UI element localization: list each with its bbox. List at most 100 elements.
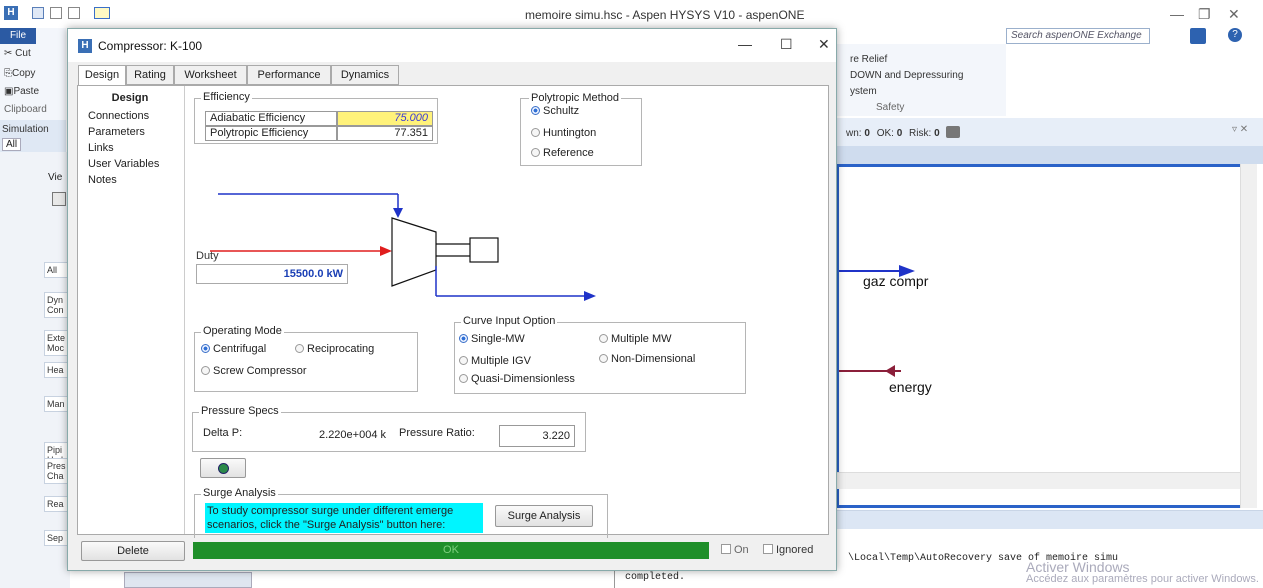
status-summary: wn: 0 OK: 0 Risk: 0: [846, 126, 961, 139]
checkbox-icon: [763, 544, 773, 554]
adiabatic-efficiency-field[interactable]: 75.000: [337, 111, 433, 126]
maximize-icon[interactable]: ☐: [780, 36, 793, 53]
delta-p-label: Delta P:: [203, 427, 243, 439]
side-item-links[interactable]: Links: [82, 140, 178, 156]
tab-performance[interactable]: Performance: [247, 65, 331, 85]
paste-label: Paste: [13, 86, 40, 97]
help-icon[interactable]: ?: [1228, 28, 1242, 42]
restore-app-icon[interactable]: ❐: [1198, 6, 1211, 23]
dialog-title: Compressor: K-100: [98, 39, 203, 53]
log-line-completed: completed.: [625, 572, 686, 583]
system-button[interactable]: ystem: [850, 86, 877, 97]
minimize-app-icon[interactable]: —: [1170, 6, 1184, 22]
efficiency-group: Efficiency Adiabatic Efficiency 75.000 P…: [194, 91, 438, 144]
pressure-relief-button[interactable]: re Relief: [850, 54, 887, 65]
surge-analysis-label: Surge Analysis: [201, 487, 278, 499]
radio-reference[interactable]: Reference: [531, 147, 594, 159]
tab-worksheet[interactable]: Worksheet: [174, 65, 247, 85]
close-icon[interactable]: ✕: [818, 36, 830, 53]
side-item-parameters[interactable]: Parameters: [82, 124, 178, 140]
radio-single-mw-label: Single-MW: [471, 333, 525, 345]
app-title: memoire simu.hsc - Aspen HYSYS V10 - asp…: [525, 8, 805, 22]
duty-field[interactable]: 15500.0 kW: [196, 264, 348, 284]
risk-indicator-icon[interactable]: [946, 126, 961, 138]
radio-huntington[interactable]: Huntington: [531, 127, 596, 139]
pressure-ratio-label: Pressure Ratio:: [399, 427, 475, 439]
pane-options-icon[interactable]: ▿ ✕: [1232, 124, 1248, 135]
radio-dot-icon: [599, 354, 608, 363]
radio-schultz[interactable]: Schultz: [531, 105, 579, 117]
feed-arrow-icon: [393, 208, 403, 218]
tab-dynamics[interactable]: Dynamics: [331, 65, 399, 85]
view-label: Vie: [48, 172, 63, 183]
tab-rating[interactable]: Rating: [126, 65, 174, 85]
copy-button[interactable]: ⎘Copy: [4, 68, 35, 79]
radio-screw-compressor[interactable]: Screw Compressor: [201, 365, 307, 377]
surge-analysis-button[interactable]: Surge Analysis: [495, 505, 593, 527]
tab-design[interactable]: Design: [78, 65, 126, 86]
message-pane: \Local\Temp\AutoRecovery save of memoire…: [836, 510, 1263, 588]
blowdown-button[interactable]: DOWN and Depressuring: [850, 70, 963, 81]
ignored-label: Ignored: [776, 544, 814, 556]
polytropic-efficiency-label: Polytropic Efficiency: [205, 126, 337, 141]
undo-icon[interactable]: [50, 7, 62, 19]
radio-dot-icon: [531, 106, 540, 115]
surge-analysis-group: Surge Analysis To study compressor surge…: [194, 487, 608, 538]
safety-group-label: Safety: [876, 102, 905, 113]
cut-button[interactable]: ✂ Cut: [4, 48, 31, 59]
radio-centrifugal-label: Centrifugal: [213, 343, 267, 355]
view-icon[interactable]: [52, 192, 66, 206]
pfd-horizontal-scrollbar[interactable]: [836, 472, 1240, 489]
file-tab[interactable]: File: [0, 28, 36, 44]
curve-input-group: Curve Input Option Single-MW Multiple MW…: [454, 315, 746, 394]
close-app-icon[interactable]: ✕: [1228, 6, 1240, 23]
radio-dot-icon: [459, 356, 468, 365]
delete-button[interactable]: Delete: [81, 541, 185, 561]
dialog-footer: Delete OK On Ignored: [77, 539, 829, 563]
app-titlebar: H memoire simu.hsc - Aspen HYSYS V10 - a…: [0, 0, 1263, 28]
delta-p-field[interactable]: 2.220e+004 k: [305, 425, 391, 445]
redo-icon[interactable]: [68, 7, 80, 19]
duty-arrow-icon: [380, 246, 392, 256]
adiabatic-efficiency-label: Adiabatic Efficiency: [205, 111, 337, 126]
duty-label: Duty: [196, 250, 219, 262]
on-checkbox[interactable]: On: [721, 544, 749, 556]
layout-icon[interactable]: [94, 7, 110, 19]
radio-reciprocating[interactable]: Reciprocating: [295, 343, 374, 355]
radio-dot-icon: [459, 334, 468, 343]
radio-multiple-igv[interactable]: Multiple IGV: [459, 355, 531, 367]
radio-single-mw[interactable]: Single-MW: [459, 333, 525, 345]
driver-box-icon: [469, 237, 499, 263]
side-item-user-variables[interactable]: User Variables: [82, 156, 178, 172]
ignored-checkbox[interactable]: Ignored: [763, 544, 813, 556]
bottom-tab-strip[interactable]: [124, 572, 252, 588]
stream-gaz-compr-label[interactable]: gaz compr: [863, 273, 928, 289]
pressure-ratio-field[interactable]: 3.220: [499, 425, 575, 447]
side-item-notes[interactable]: Notes: [82, 172, 178, 188]
dialog-titlebar[interactable]: H Compressor: K-100 — ☐ ✕: [68, 29, 836, 62]
polytropic-efficiency-field[interactable]: 77.351: [337, 126, 433, 141]
energy-arrow-icon: [885, 365, 895, 377]
web-link-button[interactable]: [200, 458, 246, 478]
radio-quasi-dimensionless[interactable]: Quasi-Dimensionless: [459, 373, 575, 385]
stream-energy-label[interactable]: energy: [889, 379, 932, 395]
search-input[interactable]: Search aspenONE Exchange: [1006, 28, 1150, 44]
all-filter-tab[interactable]: All: [2, 138, 22, 151]
compressor-body-icon: [391, 217, 437, 287]
paste-button[interactable]: ▣Paste: [4, 86, 39, 97]
copy-label: Copy: [12, 68, 36, 79]
product-arrow-icon: [584, 291, 596, 301]
radio-multiple-mw[interactable]: Multiple MW: [599, 333, 672, 345]
save-icon[interactable]: [32, 7, 44, 19]
simulation-bar: Simulation All: [0, 120, 66, 152]
radio-multiple-igv-label: Multiple IGV: [471, 355, 531, 367]
radio-centrifugal[interactable]: Centrifugal: [201, 343, 266, 355]
pfd-vertical-scrollbar[interactable]: [1240, 164, 1257, 508]
clipboard-ribbon-group: File ✂ Cut ⎘Copy ▣Paste Clipboard: [0, 28, 66, 120]
side-item-connections[interactable]: Connections: [82, 108, 178, 124]
minimize-icon[interactable]: —: [738, 36, 752, 52]
radio-non-dimensional[interactable]: Non-Dimensional: [599, 353, 695, 365]
pfd-canvas[interactable]: gaz compr energy: [836, 164, 1256, 508]
efficiency-group-label: Efficiency: [201, 91, 252, 103]
search-icon[interactable]: [1190, 28, 1206, 44]
